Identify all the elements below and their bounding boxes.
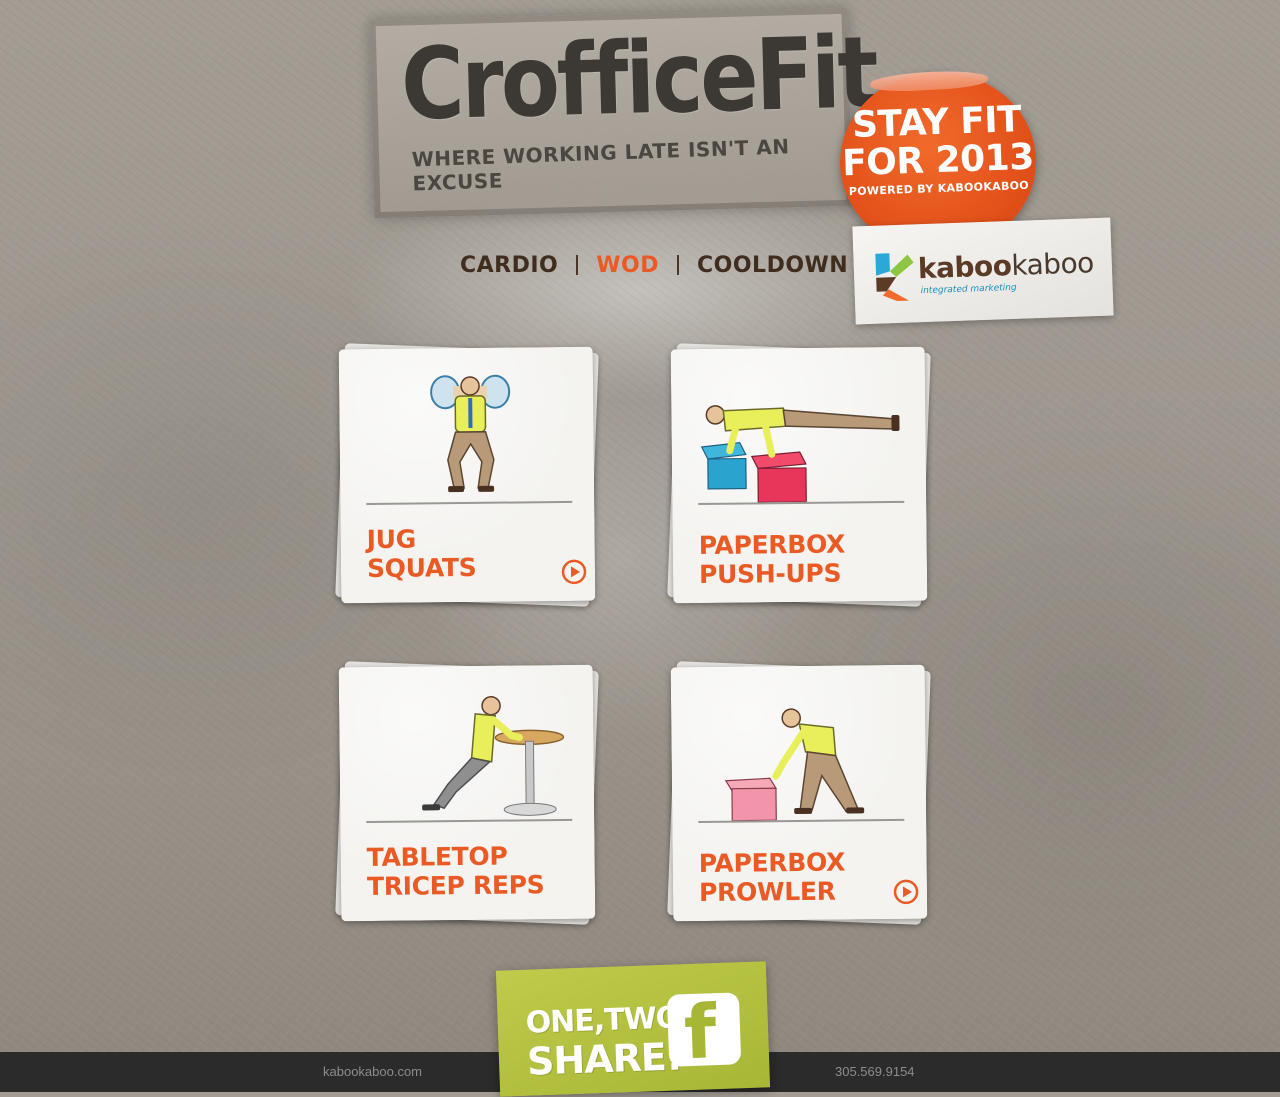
paperbox-prowler-illustration: [724, 708, 865, 822]
workout-label: PAPERBOX PUSH-UPS: [698, 529, 846, 590]
facebook-share-button[interactable]: ONE,TWO, SHARE! f: [495, 961, 771, 1097]
workout-card-tabletop-tricep-reps[interactable]: TABLETOP TRICEP REPS: [335, 661, 599, 925]
sponsor-tagline: integrated marketing: [920, 282, 1017, 297]
share-line-2: SHARE!: [526, 1034, 683, 1084]
paperbox-push-ups-illustration: [700, 405, 900, 504]
facebook-icon[interactable]: f: [666, 989, 742, 1076]
workout-label: TABLETOP TRICEP REPS: [366, 841, 545, 902]
main-nav: CARDIO WOD COOLDOWN: [452, 250, 856, 280]
workout-label: JUG SQUATS: [366, 524, 477, 584]
workout-card-paperbox-push-ups[interactable]: PAPERBOX PUSH-UPS: [667, 343, 931, 607]
footer-phone: 305.569.9154: [835, 1064, 915, 1079]
kabookaboo-k-icon: [875, 253, 914, 302]
play-icon[interactable]: [893, 879, 919, 905]
badge-line-2: FOR 2013: [841, 136, 1035, 185]
nav-cardio[interactable]: CARDIO: [452, 253, 566, 278]
workout-label: PAPERBOX PROWLER: [698, 847, 846, 908]
play-icon[interactable]: [561, 559, 587, 585]
footer-website-link[interactable]: kabookaboo.com: [323, 1064, 422, 1079]
site-logo[interactable]: CrofficeFit: [400, 16, 877, 143]
nav-wod[interactable]: WOD: [588, 253, 667, 278]
tabletop-tricep-reps-illustration: [422, 695, 565, 816]
sponsor-logo-card[interactable]: kabookaboo integrated marketing: [852, 217, 1114, 325]
sponsor-name: kabookaboo: [917, 246, 1095, 286]
nav-cooldown[interactable]: COOLDOWN: [689, 253, 856, 278]
jug-squats-illustration: [430, 374, 511, 493]
workout-card-jug-squats[interactable]: JUG SQUATS: [335, 343, 599, 607]
nav-divider: [677, 255, 679, 275]
workout-card-paperbox-prowler[interactable]: PAPERBOX PROWLER: [667, 661, 931, 925]
nav-divider: [576, 255, 579, 275]
